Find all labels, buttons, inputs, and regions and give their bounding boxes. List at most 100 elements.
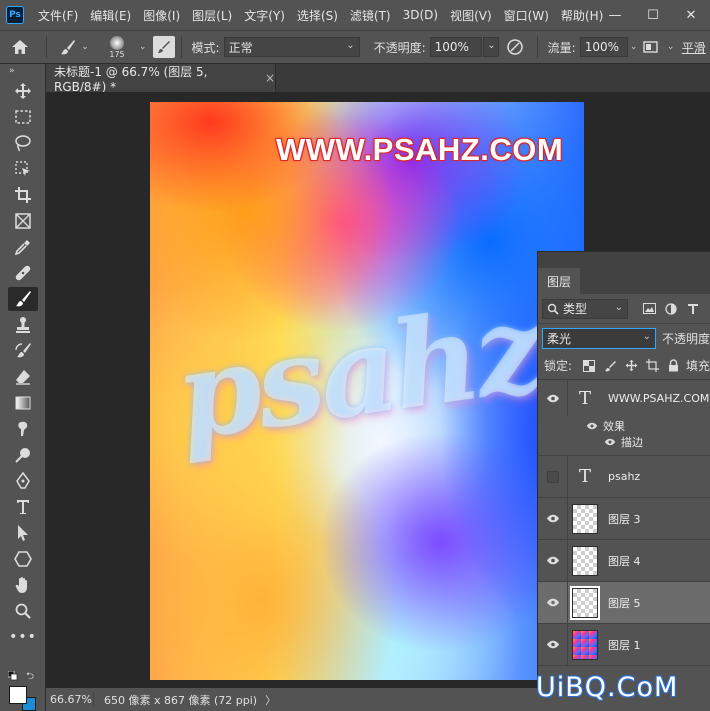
airbrush-icon[interactable] (640, 40, 664, 54)
separator (46, 36, 47, 58)
layer-row-3[interactable]: 图层 3 (538, 498, 710, 540)
tool-shape[interactable] (0, 546, 46, 572)
layer-effects-group[interactable]: 效果 (586, 418, 625, 434)
lock-artboard-icon[interactable] (642, 359, 663, 372)
tool-smudge[interactable] (0, 416, 46, 442)
tool-path-selection[interactable] (0, 520, 46, 546)
lock-image-pixels-icon[interactable] (599, 360, 620, 372)
layer-visibility-toggle[interactable] (538, 380, 568, 416)
filter-adjustment-icon[interactable] (660, 302, 682, 315)
tool-object-selection[interactable] (0, 156, 46, 182)
tool-lasso[interactable] (0, 130, 46, 156)
tool-history-brush[interactable] (0, 338, 46, 364)
layers-panel-tab-row: 图层 (538, 252, 710, 294)
menu-3d[interactable]: 3D(D) (397, 8, 444, 22)
menu-type[interactable]: 文字(Y) (238, 7, 291, 24)
chevron-down-icon[interactable]: ⌄ (664, 42, 678, 52)
fill-label: 填充 (685, 359, 710, 373)
tool-gradient[interactable] (0, 390, 46, 416)
opacity-dropdown[interactable]: ⌄ (482, 37, 499, 57)
tool-zoom[interactable] (0, 598, 46, 624)
home-icon[interactable] (0, 39, 40, 55)
brush-settings-panel-icon[interactable] (152, 36, 175, 58)
lock-transparent-pixels-icon[interactable] (578, 359, 599, 372)
menu-layer[interactable]: 图层(L) (186, 7, 238, 24)
menu-window[interactable]: 窗口(W) (498, 7, 555, 24)
layer-row-1[interactable]: 图层 1 (538, 624, 710, 666)
zoom-level[interactable]: 66.67% (46, 693, 94, 706)
type-layer-icon: T (578, 466, 591, 487)
layer-filter-select[interactable]: 类型 ⌄ (542, 298, 628, 319)
filter-pixel-icon[interactable] (638, 303, 660, 315)
tool-frame[interactable] (0, 208, 46, 234)
brush-size-picker[interactable]: 175 (95, 35, 139, 59)
tool-dodge[interactable] (0, 442, 46, 468)
chevron-down-icon[interactable]: ⌄ (628, 42, 640, 52)
layer-visibility-toggle[interactable] (538, 582, 568, 623)
flow-input[interactable]: 100% (579, 37, 628, 57)
menu-select[interactable]: 选择(S) (291, 7, 344, 24)
layer-row-script-text[interactable]: T psahz (538, 456, 710, 498)
tool-pen[interactable] (0, 468, 46, 494)
move-icon (15, 83, 31, 99)
tool-more[interactable]: ••• (0, 624, 46, 650)
site-watermark: UiBQ.CoM (536, 672, 679, 703)
layer-thumbnail (572, 545, 598, 576)
tool-hand[interactable] (0, 572, 46, 598)
menu-image[interactable]: 图像(I) (137, 7, 186, 24)
eye-icon (546, 394, 559, 402)
foreground-color-swatch[interactable] (9, 686, 27, 704)
close-window-button[interactable]: ✕ (672, 0, 710, 30)
layer-visibility-toggle[interactable] (538, 624, 568, 665)
default-colors-icon[interactable] (7, 670, 18, 684)
collapse-toolbar-icon[interactable]: » (0, 64, 45, 78)
lock-all-icon[interactable] (663, 359, 684, 372)
layer-row-title-text[interactable]: T WWW.PSAHZ.COM 效果 描边 (538, 380, 710, 456)
photoshop-logo: Ps (6, 6, 24, 24)
layer-visibility-toggle[interactable] (538, 540, 568, 581)
brush-icon (16, 291, 31, 307)
pressure-opacity-icon[interactable] (499, 38, 531, 56)
tool-healing-brush[interactable] (0, 260, 46, 286)
tool-eyedropper[interactable] (0, 234, 46, 260)
brush-size-value: 175 (109, 49, 125, 59)
dodge-icon (15, 448, 30, 463)
blend-mode-select[interactable]: 正常 ⌄ (223, 37, 360, 57)
tool-clone-stamp[interactable] (0, 312, 46, 338)
tool-brush[interactable] (0, 286, 46, 312)
filter-type-icon[interactable] (682, 303, 704, 315)
close-tab-icon[interactable]: × (265, 71, 275, 85)
hexagon-shape-icon (14, 551, 32, 567)
layer-row-5[interactable]: 图层 5 (538, 582, 710, 624)
lock-position-icon[interactable] (620, 359, 641, 372)
layer-effect-stroke[interactable]: 描边 (604, 434, 643, 450)
effects-label: 效果 (603, 420, 625, 433)
lasso-icon (15, 135, 31, 152)
path-selection-icon (18, 525, 28, 541)
layer-visibility-toggle[interactable] (538, 456, 568, 497)
menu-view[interactable]: 视图(V) (444, 7, 498, 24)
brush-preset-picker[interactable]: ⌄ (53, 38, 95, 56)
menu-filter[interactable]: 滤镜(T) (344, 7, 397, 24)
canvas-script-text: psahz (167, 277, 549, 468)
layer-row-4[interactable]: 图层 4 (538, 540, 710, 582)
layer-blend-mode-select[interactable]: 柔光 ⌄ (542, 327, 656, 349)
minimize-button[interactable]: — (596, 0, 634, 30)
menu-file[interactable]: 文件(F) (32, 7, 84, 24)
swap-colors-icon[interactable]: ⮌ (26, 669, 34, 686)
tool-move[interactable] (0, 78, 46, 104)
tool-type[interactable] (0, 494, 46, 520)
document-canvas[interactable]: WWW.PSAHZ.COM psahz (150, 102, 584, 680)
layer-visibility-toggle[interactable] (538, 498, 568, 539)
maximize-button[interactable]: ☐ (634, 0, 672, 30)
tool-eraser[interactable] (0, 364, 46, 390)
menu-edit[interactable]: 编辑(E) (84, 7, 137, 24)
tab-layers[interactable]: 图层 (538, 268, 580, 294)
opacity-input[interactable]: 100% (429, 37, 482, 57)
tool-crop[interactable] (0, 182, 46, 208)
document-tab[interactable]: 未标题-1 @ 66.7% (图层 5, RGB/8#) * × (46, 64, 276, 94)
chevron-down-icon[interactable]: ⌄ (139, 42, 147, 52)
status-menu-arrow[interactable]: 〉 (265, 692, 276, 708)
layer-name: WWW.PSAHZ.COM (608, 391, 710, 405)
tool-marquee[interactable] (0, 104, 46, 130)
